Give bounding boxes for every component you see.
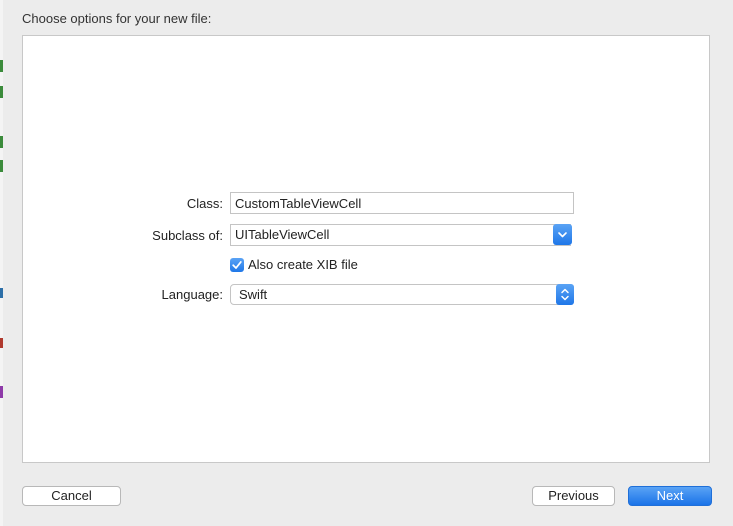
language-label: Language: — [161, 287, 223, 302]
subclass-dropdown-button[interactable] — [553, 224, 572, 245]
options-panel: Class: Subclass of: UITableViewCell Also… — [22, 35, 710, 463]
checkmark-icon — [230, 258, 244, 272]
next-button[interactable]: Next — [628, 486, 712, 506]
previous-button[interactable]: Previous — [532, 486, 615, 506]
subclass-value: UITableViewCell — [235, 227, 330, 242]
class-label: Class: — [186, 196, 223, 211]
chevron-down-icon — [553, 224, 572, 245]
cancel-button[interactable]: Cancel — [22, 486, 121, 506]
create-xib-label[interactable]: Also create XIB file — [248, 257, 358, 272]
create-xib-checkbox[interactable] — [230, 258, 244, 272]
subclass-label: Subclass of: — [152, 228, 223, 243]
language-popup-button[interactable]: Swift — [230, 284, 574, 305]
new-file-options-sheet: Choose options for your new file: Class:… — [3, 0, 733, 526]
language-popup-arrows[interactable] — [556, 284, 574, 305]
language-value: Swift — [239, 287, 268, 302]
class-name-field[interactable] — [230, 192, 574, 214]
up-down-chevron-icon — [556, 284, 574, 305]
subclass-combo-box[interactable]: UITableViewCell — [230, 224, 571, 246]
sheet-heading: Choose options for your new file: — [22, 11, 212, 26]
